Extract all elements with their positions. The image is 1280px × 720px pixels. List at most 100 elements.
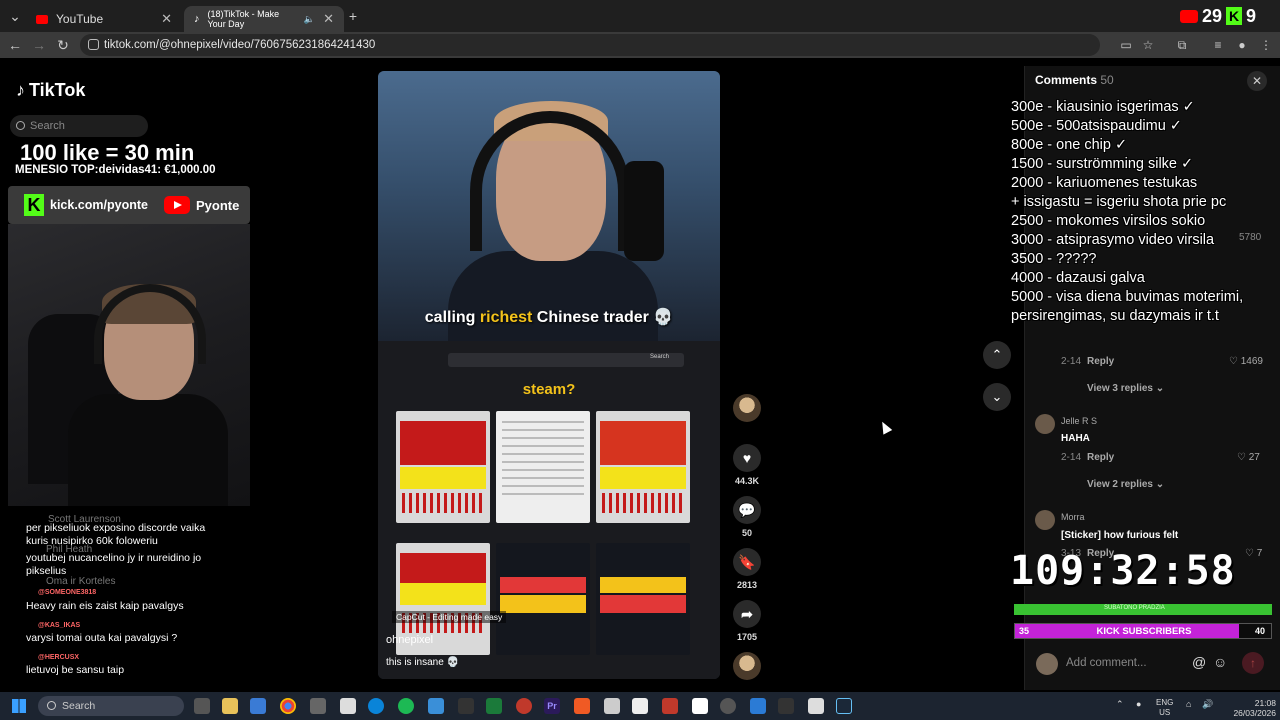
steam-icon[interactable] (836, 698, 852, 714)
goal-line: 3500 - ????? (1011, 251, 1097, 267)
reload-icon[interactable]: ↻ (54, 36, 72, 54)
kick-logo-icon: K (24, 194, 44, 216)
app-icon[interactable] (604, 698, 620, 714)
extensions-icon[interactable]: ⧉ (1174, 37, 1190, 53)
spotify-icon[interactable] (398, 698, 414, 714)
next-video-button[interactable]: ⌄ (983, 383, 1011, 411)
app-icon[interactable] (662, 698, 678, 714)
mention-icon[interactable]: @ (1192, 654, 1206, 670)
reply-link[interactable]: Reply (1087, 452, 1114, 463)
volume-icon[interactable]: 🔊 (1202, 699, 1213, 710)
back-icon[interactable]: ← (6, 36, 24, 54)
edge-icon[interactable] (368, 698, 384, 714)
address-bar[interactable]: tiktok.com/@ohnepixel/video/760675623186… (80, 34, 1100, 56)
app-icon[interactable] (458, 698, 474, 714)
tab-youtube[interactable]: YouTube ✕ (26, 6, 182, 32)
goal-line: 2500 - mokomes virsilos sokio (1011, 213, 1206, 229)
youtube-icon (1180, 9, 1198, 23)
cast-icon[interactable]: ▭ (1118, 37, 1134, 53)
calculator-icon[interactable] (250, 698, 266, 714)
video-player[interactable]: calling richest Chinese trader 💀 Search … (378, 71, 720, 679)
comment-like-button[interactable]: ♡ 1469 (1229, 356, 1263, 367)
viewer-count-overlay: 29 K 9 (1180, 4, 1280, 28)
taskbar-clock[interactable]: 21:08 26/03/2026 (1230, 698, 1276, 718)
premiere-icon[interactable]: Pr (544, 698, 560, 714)
previous-video-button[interactable]: ⌃ (983, 341, 1011, 369)
language-indicator[interactable]: ENG US (1156, 698, 1173, 718)
app-icon[interactable] (516, 698, 532, 714)
app-icon[interactable] (310, 698, 326, 714)
tray-app-icon[interactable]: ● (1136, 699, 1141, 709)
youtube-logo-icon (164, 196, 190, 214)
youtube-icon (36, 14, 48, 24)
forward-icon[interactable]: → (30, 36, 48, 54)
photos-icon[interactable] (428, 698, 444, 714)
comment-username[interactable]: Morra (1061, 512, 1085, 522)
close-comments-button[interactable]: ✕ (1247, 71, 1267, 91)
comment-count: 50 (741, 528, 752, 538)
kick-subs-current: 35 (1019, 626, 1030, 636)
notepad-icon[interactable] (750, 698, 766, 714)
taskbar-search-placeholder: Search (62, 700, 96, 712)
emoji-icon[interactable]: ☺ (1213, 654, 1227, 670)
app-icon[interactable] (340, 698, 356, 714)
like-button[interactable]: ♥ 44.3K (732, 444, 762, 486)
kick-viewer-count: 9 (1246, 5, 1257, 26)
chat-message: varysi tomai outa kai pavalgysi ? (26, 632, 178, 644)
tab-youtube-label: YouTube (56, 12, 104, 26)
comment-avatar[interactable] (1035, 510, 1055, 530)
windows-start-icon[interactable] (12, 699, 26, 713)
close-icon[interactable]: ✕ (161, 11, 172, 27)
tab-tiktok[interactable]: ♪ (18)TikTok - Make Your Day 🔈 ✕ (184, 6, 344, 32)
comment-username[interactable]: Jelle R S (1061, 416, 1097, 426)
app-icon[interactable] (486, 698, 502, 714)
app-icon[interactable] (692, 698, 708, 714)
goal-line: 3000 - atsiprasymo video virsila (1011, 232, 1215, 248)
send-comment-button[interactable]: ↑ (1242, 652, 1264, 674)
heart-outline-icon: ♡ (1229, 356, 1238, 367)
chevron-down-icon: ⌄ (991, 389, 1003, 404)
language-code: ENG (1156, 698, 1174, 707)
media-icon[interactable]: ≡ (1210, 37, 1226, 53)
sound-avatar[interactable] (733, 652, 761, 680)
menu-icon[interactable]: ⋮ (1258, 37, 1274, 53)
video-author[interactable]: ohnepixel (386, 634, 433, 646)
comment-like-button[interactable]: ♡ 27 (1237, 452, 1260, 463)
taskbar-search-input[interactable]: Search (38, 696, 184, 716)
author-avatar[interactable] (733, 394, 761, 422)
view-replies-link[interactable]: View 2 replies ⌄ (1087, 479, 1164, 490)
comment-button[interactable]: 💬 50 (732, 496, 762, 538)
chat-message: youtubej nucancelino jy ir nureidino jo … (26, 552, 202, 577)
app-icon[interactable] (808, 698, 824, 714)
tray-chevron-icon[interactable]: ⌃ (1116, 699, 1124, 710)
bookmark-star-icon[interactable]: ☆ (1140, 37, 1156, 53)
task-view-icon[interactable] (194, 698, 210, 714)
share-arrow-icon: ➦ (733, 600, 761, 628)
file-explorer-icon[interactable] (222, 698, 238, 714)
terminal-icon[interactable] (778, 698, 794, 714)
share-button[interactable]: ➦ 1705 (732, 600, 762, 642)
search-input[interactable]: Search (10, 115, 148, 137)
capcut-watermark[interactable]: CapCut - Editing made easy (392, 611, 507, 623)
tiktok-logo[interactable]: ♪ TikTok (16, 80, 85, 101)
app-icon[interactable] (632, 698, 648, 714)
new-tab-icon[interactable]: + (344, 7, 362, 25)
network-icon[interactable]: ⌂ (1186, 699, 1191, 709)
chrome-icon[interactable] (280, 698, 296, 714)
app-icon[interactable] (720, 698, 736, 714)
view-replies-link[interactable]: View 3 replies ⌄ (1087, 383, 1164, 394)
comments-header: Comments 50 (1035, 73, 1114, 87)
profile-icon[interactable]: ● (1234, 37, 1250, 53)
reply-link[interactable]: Reply (1087, 356, 1114, 367)
streamer-body (68, 394, 228, 506)
site-info-icon[interactable] (88, 39, 99, 50)
speaker-icon[interactable]: 🔈 (304, 14, 315, 25)
brave-icon[interactable] (574, 698, 590, 714)
save-button[interactable]: 🔖 2813 (732, 548, 762, 590)
close-icon[interactable]: ✕ (323, 11, 334, 27)
windows-taskbar: Search Pr ⌃ ● ENG US ⌂ 🔊 21:08 26/03/202… (0, 692, 1280, 720)
user-avatar[interactable] (1036, 653, 1058, 675)
comment-avatar[interactable] (1035, 414, 1055, 434)
tab-search-chevron-icon[interactable]: ⌄ (6, 7, 24, 25)
steam-search-box (448, 353, 684, 367)
